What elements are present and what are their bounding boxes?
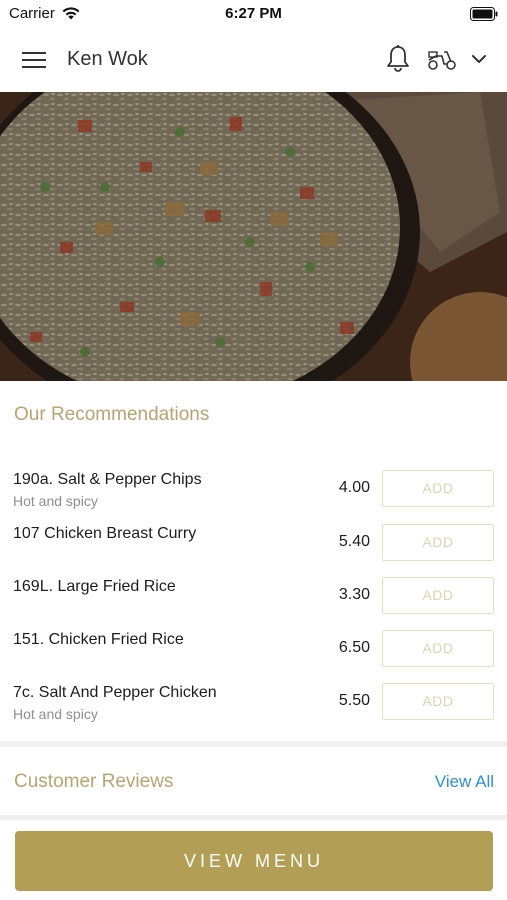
item-name: 169L. Large Fried Rice xyxy=(13,578,176,595)
menu-icon[interactable] xyxy=(22,50,46,70)
item-price: 3.30 xyxy=(338,586,370,603)
recommendation-item: 107 Chicken Breast Curry 5.40 ADD xyxy=(0,524,507,577)
item-name: 190a. Salt & Pepper Chips xyxy=(13,471,202,488)
add-button[interactable]: ADD xyxy=(382,524,494,561)
add-button[interactable]: ADD xyxy=(382,470,494,507)
item-description: Hot and spicy xyxy=(13,706,98,722)
recommendation-item: 151. Chicken Fried Rice 6.50 ADD xyxy=(0,630,507,683)
hero-food-image xyxy=(0,92,507,381)
item-price: 5.40 xyxy=(338,533,370,550)
fried-rice-illustration xyxy=(0,92,507,381)
item-price: 4.00 xyxy=(338,479,370,496)
item-name: 7c. Salt And Pepper Chicken xyxy=(13,684,217,701)
bottom-bar: VIEW MENU xyxy=(0,820,507,900)
view-menu-button[interactable]: VIEW MENU xyxy=(15,831,493,891)
item-name: 151. Chicken Fried Rice xyxy=(13,631,184,648)
recommendation-item: 190a. Salt & Pepper Chips Hot and spicy … xyxy=(0,470,507,523)
chevron-down-icon[interactable] xyxy=(470,50,488,68)
add-button[interactable]: ADD xyxy=(382,630,494,667)
item-price: 5.50 xyxy=(338,692,370,709)
view-all-reviews-link[interactable]: View All xyxy=(435,772,494,792)
item-description: Hot and spicy xyxy=(13,493,98,509)
scooter-icon[interactable] xyxy=(426,46,458,72)
item-price: 6.50 xyxy=(338,639,370,656)
item-name: 107 Chicken Breast Curry xyxy=(13,525,197,542)
bell-icon[interactable] xyxy=(385,44,411,74)
recommendations-title: Our Recommendations xyxy=(14,404,210,425)
status-time: 6:27 PM xyxy=(225,5,282,22)
add-button[interactable]: ADD xyxy=(382,683,494,720)
restaurant-name: Ken Wok xyxy=(67,48,148,70)
recommendation-item: 169L. Large Fried Rice 3.30 ADD xyxy=(0,577,507,630)
reviews-title: Customer Reviews xyxy=(14,771,174,792)
recommendation-item: 7c. Salt And Pepper Chicken Hot and spic… xyxy=(0,683,507,736)
status-bar: Carrier 6:27 PM xyxy=(0,0,507,28)
section-divider xyxy=(0,741,507,747)
add-button[interactable]: ADD xyxy=(382,577,494,614)
battery-icon xyxy=(470,7,498,21)
app-header: Ken Wok xyxy=(0,28,507,92)
